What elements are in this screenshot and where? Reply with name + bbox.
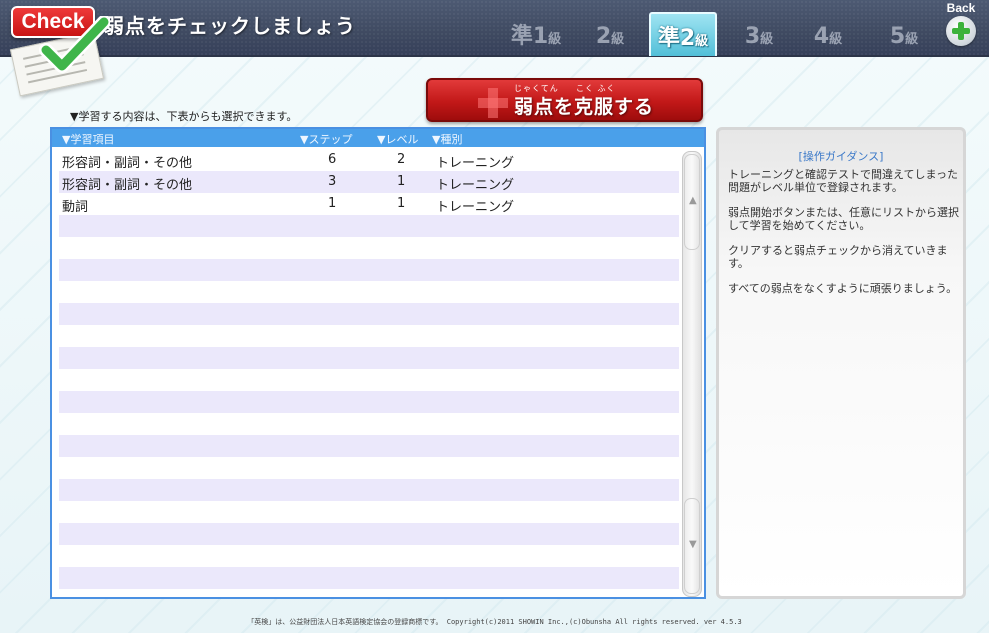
cell-type: トレーニング: [436, 178, 515, 193]
cell-level: 2: [397, 152, 406, 167]
empty-row: [59, 479, 679, 501]
check-logo: Check: [8, 2, 110, 97]
table-row[interactable]: 動詞 1 1 トレーニング: [59, 193, 679, 215]
column-header-type[interactable]: ▼種別: [432, 131, 462, 147]
cell-level: 1: [397, 174, 406, 189]
empty-row: [59, 303, 679, 325]
instruction-text: ▼学習する内容は、下表からも選択できます。: [70, 110, 298, 123]
empty-row: [59, 567, 679, 589]
empty-row: [59, 435, 679, 457]
back-button[interactable]: Back: [941, 1, 981, 46]
cell-step: 1: [328, 196, 337, 211]
plus-circle-icon[interactable]: [946, 16, 976, 46]
empty-row: [59, 215, 679, 237]
arrow-down-icon[interactable]: ▼: [689, 539, 697, 550]
cell-step: 3: [328, 174, 337, 189]
weakness-table: ▼学習項目 ▼ステップ ▼レベル ▼種別 形容詞・副詞・その他 6 2 トレーニ…: [50, 127, 706, 599]
column-header-item[interactable]: ▼学習項目: [62, 131, 114, 147]
empty-row: [59, 325, 679, 347]
cell-item: 形容詞・副詞・その他: [62, 178, 193, 193]
column-header-level[interactable]: ▼レベル: [377, 131, 418, 147]
empty-row: [59, 237, 679, 259]
scroll-thumb[interactable]: ▲: [684, 154, 700, 250]
tab-grade-pre2[interactable]: 準2級: [649, 12, 717, 56]
conquer-weakness-button[interactable]: じゃくてん こく ふく 弱点を克服する: [426, 78, 703, 122]
cell-type: トレーニング: [436, 156, 515, 171]
conquer-weakness-label: 弱点を克服する: [514, 96, 655, 118]
empty-row: [59, 369, 679, 391]
check-mark-icon: [39, 16, 110, 73]
page-title: 弱点をチェックしましょう: [104, 14, 356, 38]
guidance-paragraph: クリアすると弱点チェックから消えていきます。: [728, 244, 948, 270]
column-header-step[interactable]: ▼ステップ: [300, 131, 352, 147]
tab-grade-4[interactable]: 4級: [804, 12, 852, 56]
empty-row: [59, 501, 679, 523]
guidance-text: トレーニングと確認テストで間違えてしまった問題がレベル単位で登録されます。 弱点…: [728, 168, 960, 307]
footer-copyright: 「英検」は、公益財団法人日本英語検定協会の登録商標です。 Copyright(c…: [247, 618, 742, 626]
guidance-panel: [操作ガイダンス] トレーニングと確認テストで間違えてしまった問題がレベル単位で…: [716, 127, 966, 599]
empty-row: [59, 457, 679, 479]
table-row[interactable]: 形容詞・副詞・その他 3 1 トレーニング: [59, 171, 679, 193]
cell-item: 形容詞・副詞・その他: [62, 156, 193, 171]
empty-row: [59, 259, 679, 281]
cell-type: トレーニング: [436, 200, 515, 215]
empty-row: [59, 545, 679, 567]
guidance-paragraph: 弱点開始ボタンまたは、任意にリストから選択して学習を始めてください。: [728, 206, 959, 232]
empty-row: [59, 413, 679, 435]
tab-grade-pre1[interactable]: 準1級: [506, 12, 566, 56]
cell-item: 動詞: [62, 200, 89, 215]
empty-row: [59, 347, 679, 369]
table-header: ▼学習項目 ▼ステップ ▼レベル ▼種別: [52, 129, 704, 147]
tab-grade-5[interactable]: 5級: [880, 12, 928, 56]
cell-step: 6: [328, 152, 337, 167]
scroll-thumb-bottom[interactable]: ▼: [684, 498, 700, 594]
table-scrollbar[interactable]: ▲ ▼: [682, 151, 702, 597]
tab-grade-3[interactable]: 3級: [735, 12, 783, 56]
empty-row: [59, 391, 679, 413]
cell-level: 1: [397, 196, 406, 211]
tab-grade-2[interactable]: 2級: [586, 12, 634, 56]
guidance-paragraph: すべての弱点をなくすように頑張りましょう。: [728, 282, 958, 295]
arrow-up-icon[interactable]: ▲: [689, 195, 697, 206]
empty-row: [59, 281, 679, 303]
guidance-paragraph: トレーニングと確認テストで間違えてしまった問題がレベル単位で登録されます。: [728, 168, 959, 194]
table-rows: 形容詞・副詞・その他 6 2 トレーニング 形容詞・副詞・その他 3 1 トレー…: [59, 149, 679, 589]
empty-row: [59, 523, 679, 545]
back-label: Back: [946, 1, 976, 15]
guidance-title: [操作ガイダンス]: [798, 150, 884, 163]
table-row[interactable]: 形容詞・副詞・その他 6 2 トレーニング: [59, 149, 679, 171]
